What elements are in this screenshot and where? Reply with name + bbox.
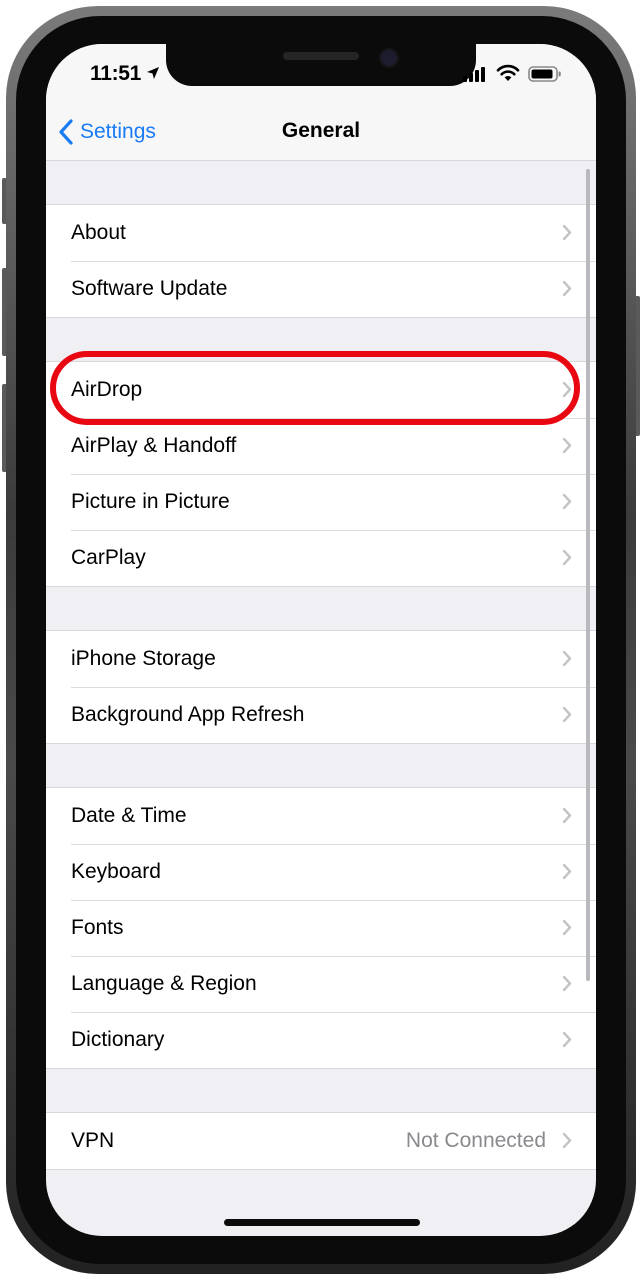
section-gap [46, 744, 596, 787]
phone-screen: 11:51 Settings General About Software Up… [46, 44, 596, 1236]
home-indicator[interactable] [224, 1219, 420, 1226]
row-airdrop[interactable]: AirDrop [46, 362, 596, 418]
row-label: About [71, 221, 126, 244]
row-carplay[interactable]: CarPlay [46, 530, 596, 586]
row-label: Background App Refresh [71, 703, 305, 726]
row-label: Language & Region [71, 972, 257, 995]
row-label: Picture in Picture [71, 490, 230, 513]
page-title: General [281, 119, 361, 142]
row-label: Date & Time [71, 804, 187, 827]
earpiece-speaker [283, 52, 359, 60]
row-background-app-refresh[interactable]: Background App Refresh [46, 687, 596, 743]
settings-group-airdrop: AirDrop AirPlay & Handoff Picture in Pic… [46, 361, 596, 587]
row-label: iPhone Storage [71, 647, 216, 670]
battery-icon [528, 66, 561, 82]
row-label: Keyboard [71, 860, 161, 883]
chevron-right-icon [562, 280, 572, 297]
chevron-right-icon [562, 1031, 572, 1048]
vpn-status-value: Not Connected [405, 1129, 546, 1152]
chevron-right-icon [562, 650, 572, 667]
row-vpn[interactable]: VPN Not Connected [46, 1113, 596, 1169]
row-software-update[interactable]: Software Update [46, 261, 596, 317]
navigation-bar: Settings General [46, 104, 596, 161]
front-camera [379, 48, 399, 68]
row-keyboard[interactable]: Keyboard [46, 844, 596, 900]
location-arrow-icon [147, 67, 159, 79]
settings-group-about: About Software Update [46, 204, 596, 318]
row-label: AirDrop [71, 378, 143, 401]
row-label: Dictionary [71, 1028, 165, 1051]
notch [166, 44, 476, 86]
screenshot-stage: 11:51 Settings General About Software Up… [0, 0, 642, 1280]
row-label: Fonts [71, 916, 124, 939]
row-label: CarPlay [71, 546, 146, 569]
chevron-right-icon [562, 549, 572, 566]
chevron-right-icon [562, 437, 572, 454]
section-gap [46, 1069, 596, 1112]
chevron-right-icon [562, 919, 572, 936]
chevron-right-icon [562, 493, 572, 510]
chevron-right-icon [562, 975, 572, 992]
settings-group-date-language: Date & Time Keyboard Fonts Language & Re… [46, 787, 596, 1069]
status-time: 11:51 [90, 62, 142, 85]
settings-group-vpn: VPN Not Connected [46, 1112, 596, 1170]
row-dictionary[interactable]: Dictionary [46, 1012, 596, 1068]
row-fonts[interactable]: Fonts [46, 900, 596, 956]
chevron-right-icon [562, 863, 572, 880]
wifi-icon [496, 64, 520, 81]
chevron-right-icon [562, 706, 572, 723]
row-about[interactable]: About [46, 205, 596, 261]
signal-icon [463, 67, 485, 82]
chevron-right-icon [562, 1132, 572, 1149]
row-language-region[interactable]: Language & Region [46, 956, 596, 1012]
section-gap [46, 587, 596, 630]
row-label: Software Update [71, 277, 228, 300]
row-iphone-storage[interactable]: iPhone Storage [46, 631, 596, 687]
section-gap [46, 161, 596, 204]
settings-list: About Software Update AirDrop AirPlay & … [46, 161, 596, 1170]
row-date-time[interactable]: Date & Time [46, 788, 596, 844]
chevron-right-icon [562, 807, 572, 824]
section-gap [46, 318, 596, 361]
chevron-right-icon [562, 381, 572, 398]
row-label: AirPlay & Handoff [71, 434, 237, 457]
scroll-indicator[interactable] [586, 169, 590, 981]
row-picture-in-picture[interactable]: Picture in Picture [46, 474, 596, 530]
settings-group-storage: iPhone Storage Background App Refresh [46, 630, 596, 744]
row-label: VPN [71, 1129, 115, 1152]
row-airplay-handoff[interactable]: AirPlay & Handoff [46, 418, 596, 474]
chevron-right-icon [562, 224, 572, 241]
status-bar: 11:51 [46, 44, 596, 104]
